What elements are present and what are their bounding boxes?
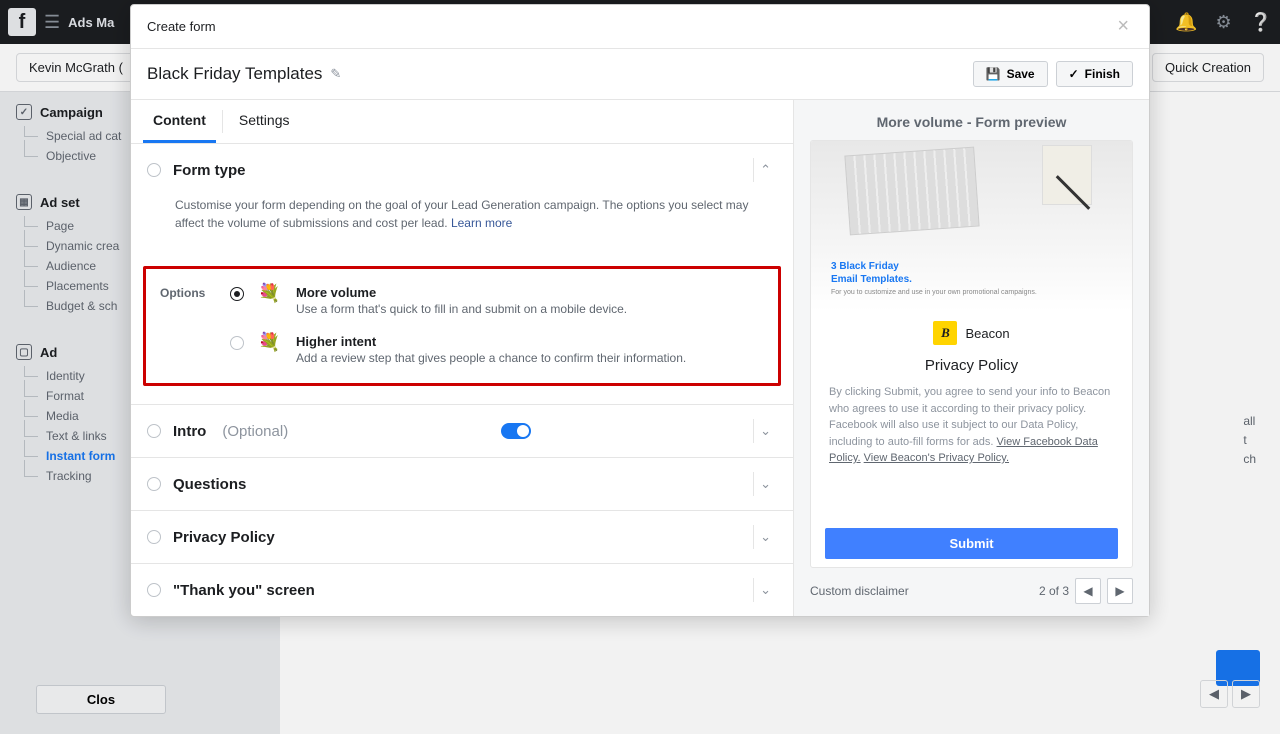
section-head-form-type[interactable]: Form type ⌃ xyxy=(131,144,793,196)
preview-panel: More volume - Form preview 3 Black Frida… xyxy=(793,100,1149,616)
learn-more-link[interactable]: Learn more xyxy=(451,216,512,230)
modal-left-panel: Content Settings Form type ⌃ Customise y… xyxy=(131,100,793,616)
preview-submit-button[interactable]: Submit xyxy=(825,528,1118,559)
section-head-intro[interactable]: Intro (Optional) ⌄ xyxy=(131,405,793,457)
finish-button[interactable]: ✓Finish xyxy=(1056,61,1133,87)
chevron-down-icon[interactable]: ⌄ xyxy=(753,472,777,496)
section-intro: Intro (Optional) ⌄ xyxy=(131,405,793,458)
section-head-questions[interactable]: Questions ⌄ xyxy=(131,458,793,510)
pager-prev-icon[interactable]: ◀ xyxy=(1075,578,1101,604)
options-highlight-box: Options 💐 More volume Use a form that's … xyxy=(143,266,781,386)
tab-settings[interactable]: Settings xyxy=(229,100,300,143)
section-head-privacy[interactable]: Privacy Policy ⌄ xyxy=(131,511,793,563)
section-privacy: Privacy Policy ⌄ xyxy=(131,511,793,564)
radio-higher-intent[interactable] xyxy=(230,336,244,350)
preview-image: 3 Black Friday Email Templates. For you … xyxy=(811,141,1132,311)
chevron-down-icon[interactable]: ⌄ xyxy=(753,578,777,602)
section-head-thankyou[interactable]: "Thank you" screen ⌄ xyxy=(131,564,793,616)
options-label: Options xyxy=(160,285,216,300)
save-icon: 💾 xyxy=(986,67,1001,81)
radio-more-volume[interactable] xyxy=(230,287,244,301)
custom-disclaimer-label: Custom disclaimer xyxy=(810,584,909,598)
preview-header: More volume - Form preview xyxy=(794,100,1149,140)
brand-logo-icon: B xyxy=(933,321,957,345)
preview-brand: B Beacon xyxy=(811,311,1132,349)
form-name: Black Friday Templates xyxy=(147,64,322,84)
create-form-modal: Create form × Black Friday Templates ✎ 💾… xyxy=(130,4,1150,617)
pager-label: 2 of 3 xyxy=(1039,584,1069,598)
bouquet-icon: 💐 xyxy=(258,332,282,353)
finish-icon: ✓ xyxy=(1069,67,1079,81)
save-button[interactable]: 💾Save xyxy=(973,61,1048,87)
more-volume-desc: Use a form that's quick to fill in and s… xyxy=(296,302,764,316)
form-type-title: Form type xyxy=(173,162,246,179)
preview-privacy-text: By clicking Submit, you agree to send yo… xyxy=(811,384,1132,467)
chevron-up-icon[interactable]: ⌃ xyxy=(753,158,777,182)
questions-title: Questions xyxy=(173,476,246,493)
form-type-desc: Customise your form depending on the goa… xyxy=(175,196,777,232)
more-volume-title: More volume xyxy=(296,285,764,300)
tab-content[interactable]: Content xyxy=(143,100,216,143)
modal-title: Create form xyxy=(147,19,216,34)
section-questions: Questions ⌄ xyxy=(131,458,793,511)
beacon-privacy-link[interactable]: View Beacon's Privacy Policy. xyxy=(864,452,1009,464)
privacy-title: Privacy Policy xyxy=(173,529,275,546)
section-form-type: Form type ⌃ Customise your form dependin… xyxy=(131,144,793,405)
chevron-down-icon[interactable]: ⌄ xyxy=(753,419,777,443)
option-more-volume[interactable]: Options 💐 More volume Use a form that's … xyxy=(160,285,764,316)
section-thankyou: "Thank you" screen ⌄ xyxy=(131,564,793,616)
modal-subheader: Black Friday Templates ✎ 💾Save ✓Finish xyxy=(131,49,1149,99)
brand-name: Beacon xyxy=(965,326,1009,341)
preview-privacy-title: Privacy Policy xyxy=(811,349,1132,384)
bouquet-icon: 💐 xyxy=(258,283,282,304)
intro-title: Intro xyxy=(173,423,206,440)
section-radio-icon xyxy=(147,530,161,544)
preview-card: 3 Black Friday Email Templates. For you … xyxy=(810,140,1133,568)
chevron-down-icon[interactable]: ⌄ xyxy=(753,525,777,549)
higher-intent-desc: Add a review step that gives people a ch… xyxy=(296,351,764,365)
preview-footer: Custom disclaimer 2 of 3 ◀ ▶ xyxy=(794,568,1149,616)
preview-pager: 2 of 3 ◀ ▶ xyxy=(1039,578,1133,604)
pager-next-icon[interactable]: ▶ xyxy=(1107,578,1133,604)
section-radio-icon xyxy=(147,424,161,438)
modal-header: Create form × xyxy=(131,5,1149,49)
tabs: Content Settings xyxy=(131,100,793,144)
option-higher-intent[interactable]: 💐 Higher intent Add a review step that g… xyxy=(160,334,764,365)
section-radio-icon xyxy=(147,163,161,177)
preview-img-headline: 3 Black Friday Email Templates. For you … xyxy=(831,260,1037,297)
section-radio-icon xyxy=(147,477,161,491)
higher-intent-title: Higher intent xyxy=(296,334,764,349)
intro-toggle[interactable] xyxy=(501,423,531,439)
close-icon[interactable]: × xyxy=(1113,15,1133,38)
section-radio-icon xyxy=(147,583,161,597)
edit-name-icon[interactable]: ✎ xyxy=(330,66,341,82)
intro-optional: (Optional) xyxy=(222,423,288,440)
thankyou-title: "Thank you" screen xyxy=(173,582,315,599)
